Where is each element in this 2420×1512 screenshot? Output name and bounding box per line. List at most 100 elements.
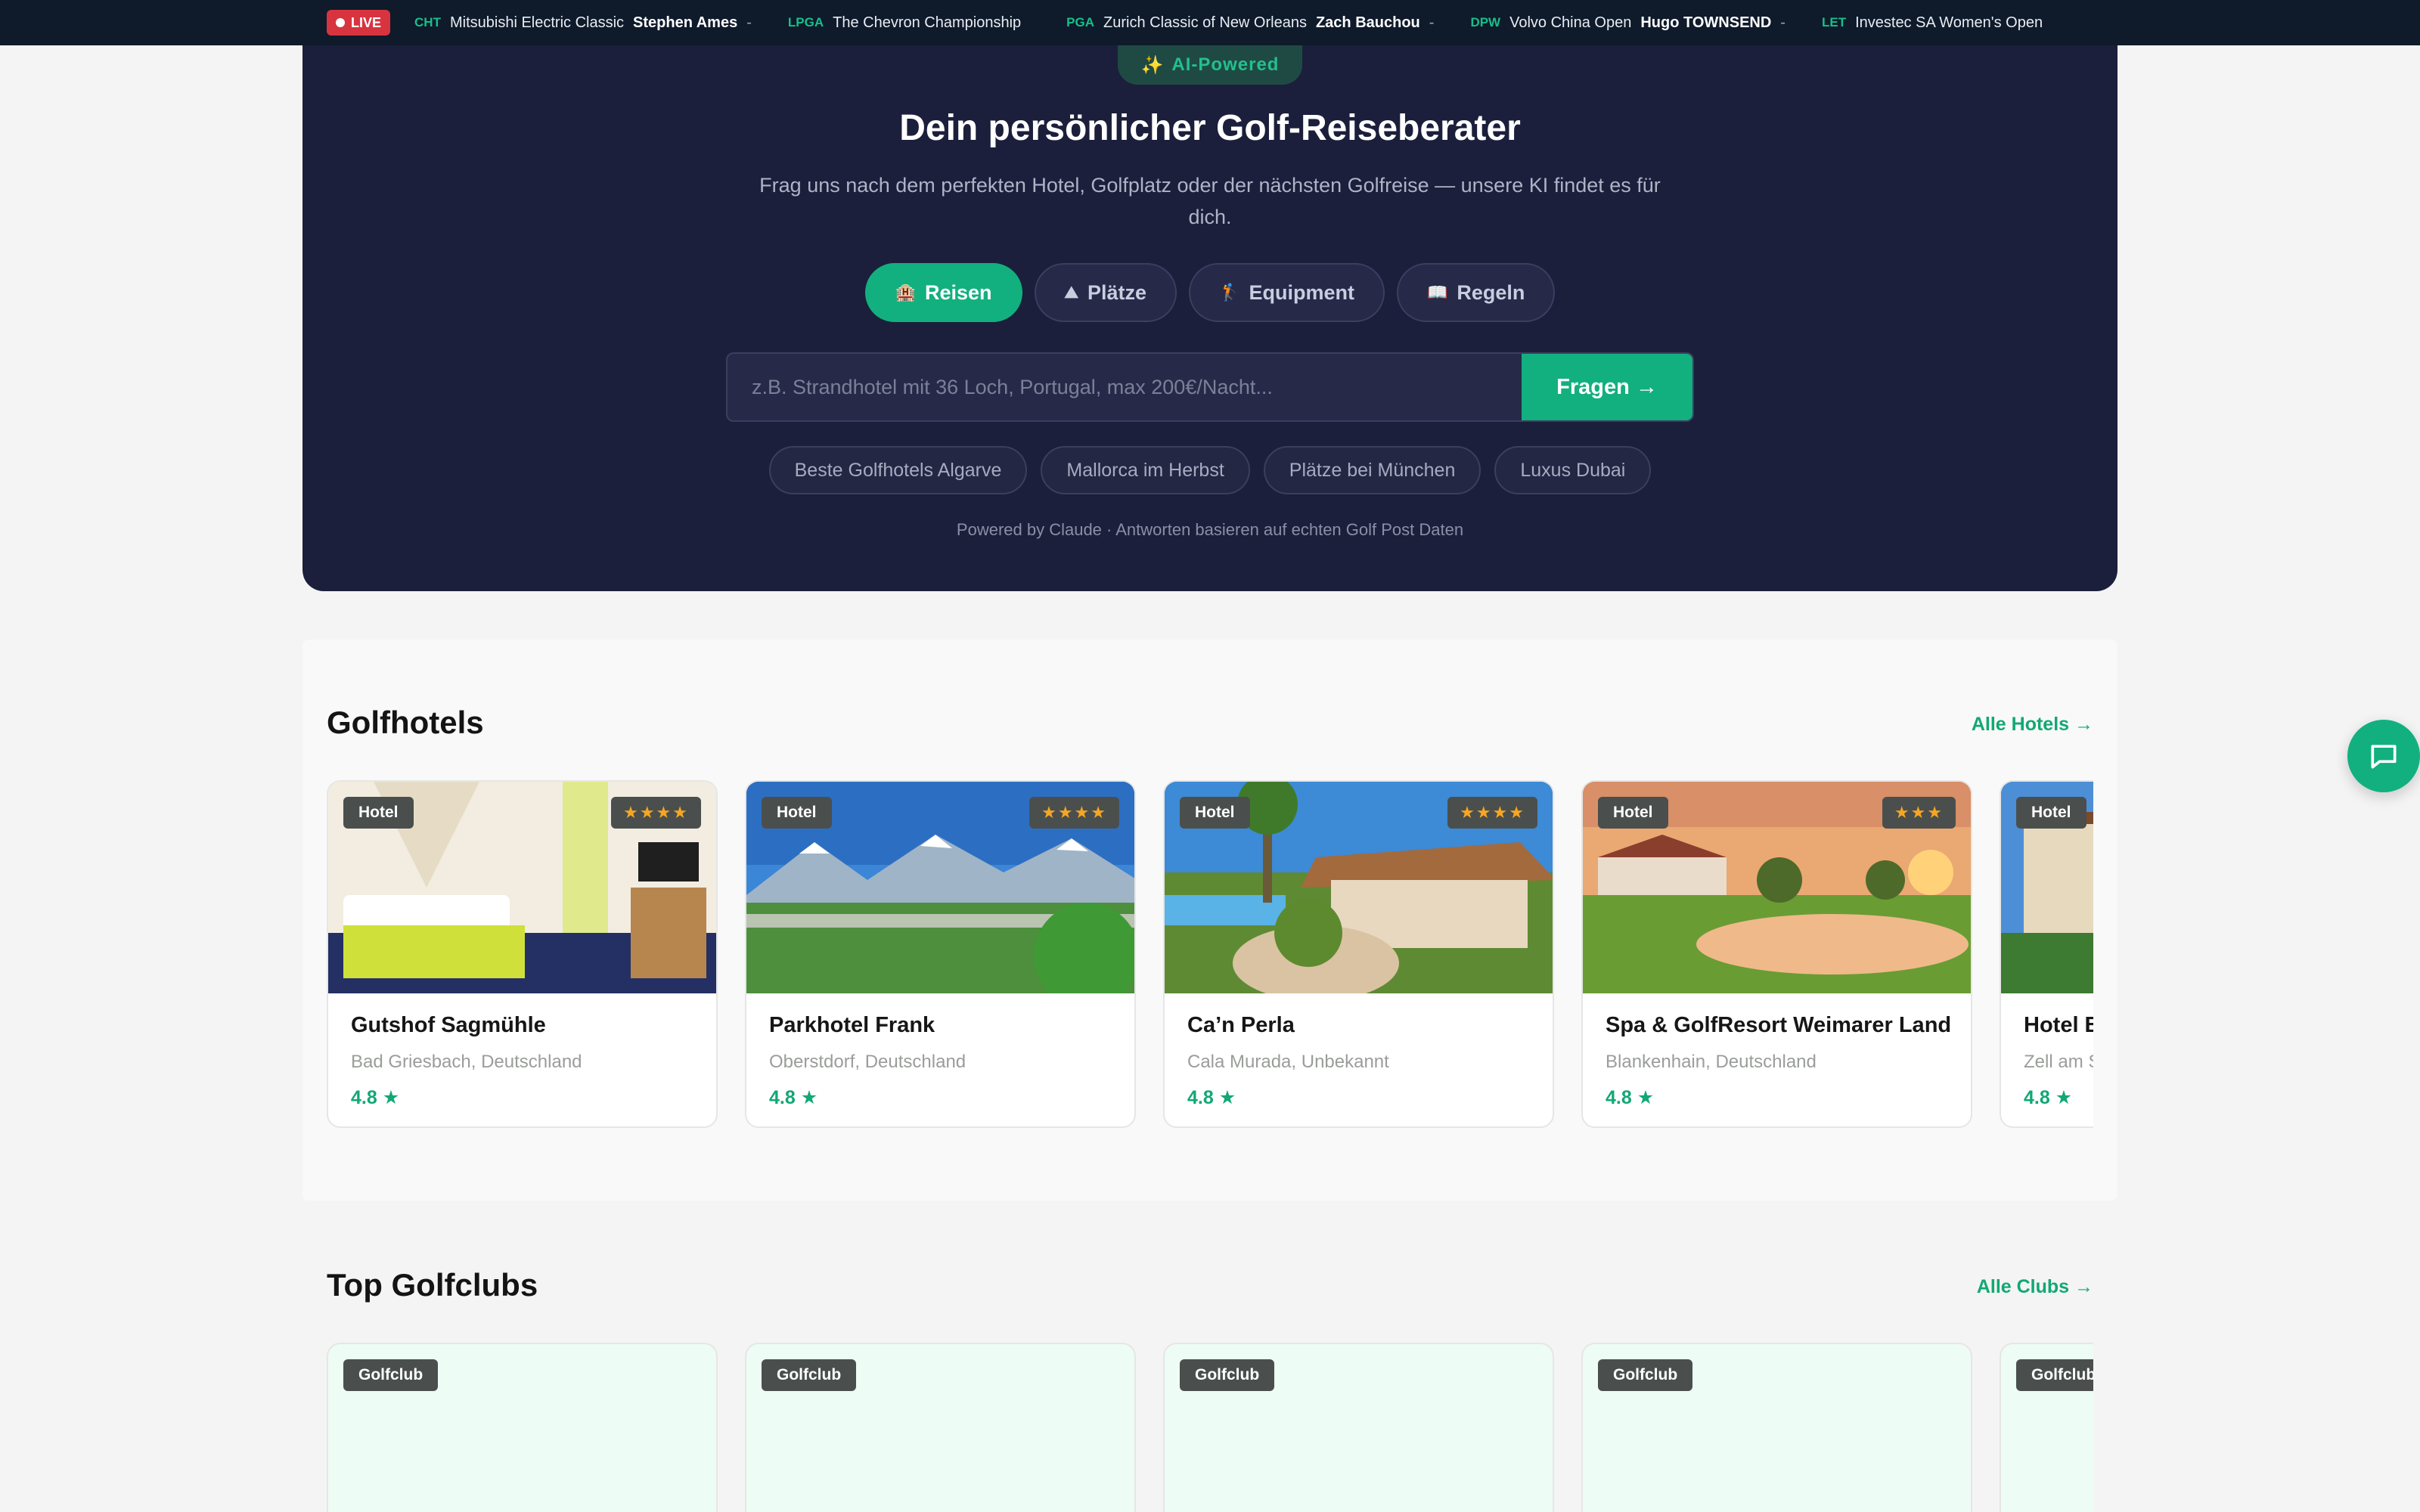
tab-reisen[interactable]: 🏨 Reisen [864, 263, 1022, 322]
tab-label: Regeln [1457, 280, 1525, 304]
suggestion-chip[interactable]: Mallorca im Herbst [1041, 446, 1250, 494]
ticker-event: Investec SA Women's Open [1855, 14, 2043, 31]
chat-icon [2371, 745, 2397, 769]
sparkle-icon: ✨ [1140, 54, 1165, 76]
ticker-tour: DPW [1470, 15, 1501, 29]
section-title: Top Golfclubs [327, 1267, 538, 1303]
hotel-card[interactable]: Hotel ★★★ Spa & GolfResort Weimarer Land… [1581, 780, 1972, 1128]
suggestion-chip[interactable]: Luxus Dubai [1494, 446, 1652, 494]
ticker-player: Stephen Ames [633, 14, 738, 31]
category-badge: Hotel [1598, 797, 1668, 829]
ticker-player: Zach Bauchou [1315, 14, 1420, 31]
suggestion-chip[interactable]: Beste Golfhotels Algarve [768, 446, 1028, 494]
hotel-location: Bad Griesbach, Deutschland [351, 1052, 582, 1072]
club-card[interactable]: Golfclub [745, 1343, 1136, 1512]
ticker-score: - [1780, 14, 1786, 31]
category-badge: Golfclub [343, 1359, 439, 1391]
mountain-icon: ⛰ [1064, 283, 1079, 302]
hotel-name: Gutshof Sagmühle [351, 1013, 546, 1037]
hotel-image: Hotel ★★★★ [1165, 782, 1553, 993]
ticker-tour: PGA [1066, 15, 1094, 29]
ticker-score: - [1429, 14, 1435, 31]
hotel-location: Oberstdorf, Deutschland [769, 1052, 966, 1072]
hotel-card[interactable]: Hotel ★★★★ Parkhotel Frank Oberstdorf, D… [745, 780, 1136, 1128]
search-input[interactable] [728, 354, 1522, 420]
category-badge: Golfclub [1598, 1359, 1693, 1391]
hotel-name: Hotel B [2024, 1013, 2093, 1037]
hotel-name: Ca’n Perla [1187, 1013, 1295, 1037]
category-badge: Hotel [762, 797, 832, 829]
category-badge: Hotel [343, 797, 414, 829]
hotel-rating: 4.8 ★ [351, 1087, 400, 1108]
ai-search-bar: Fragen → [726, 352, 1694, 422]
category-badge: Hotel [2016, 797, 2086, 829]
ticker-tour: CHT [414, 15, 441, 29]
hotel-card[interactable]: Hotel Hotel B Zell am S 4.8 ★ [2000, 780, 2093, 1128]
star-rating-badge: ★★★★ [1447, 797, 1537, 829]
hotel-image: Hotel ★★★ [1583, 782, 1971, 993]
hotel-rating: 4.8 ★ [2024, 1087, 2073, 1108]
star-rating-badge: ★★★★ [611, 797, 701, 829]
hotel-image: Hotel [2001, 782, 2093, 993]
ticker-score: - [746, 14, 752, 31]
ai-powered-badge: ✨ AI-Powered [1118, 45, 1302, 85]
ticker-player: Hugo TOWNSEND [1640, 14, 1772, 31]
hotel-rating: 4.8 ★ [769, 1087, 818, 1108]
hotel-carousel: Hotel ★★★★ Gutshof Sagmühle Bad Griesbac… [327, 780, 2093, 1128]
category-badge: Golfclub [1180, 1359, 1275, 1391]
ticker-event: The Chevron Championship [833, 14, 1022, 31]
ticker-item[interactable]: PGA Zurich Classic of New Orleans Zach B… [1066, 14, 1434, 32]
section-title: Golfhotels [327, 705, 484, 740]
tab-label: Equipment [1249, 280, 1354, 304]
tab-label: Plätze [1087, 280, 1147, 304]
star-rating-badge: ★★★★ [1029, 797, 1119, 829]
powered-by-note: Powered by Claude · Antworten basieren a… [956, 520, 1464, 539]
hotel-card[interactable]: Hotel ★★★★ Ca’n Perla Cala Murada, Unbek… [1163, 780, 1554, 1128]
hotel-card[interactable]: Hotel ★★★★ Gutshof Sagmühle Bad Griesbac… [327, 780, 718, 1128]
suggestion-chip[interactable]: Plätze bei München [1263, 446, 1481, 494]
hotel-location: Blankenhain, Deutschland [1606, 1052, 1817, 1072]
club-card[interactable]: Golfclub [2000, 1343, 2093, 1512]
category-badge: Golfclub [2016, 1359, 2093, 1391]
ticker-item[interactable]: LET Investec SA Women's Open [1822, 14, 2052, 32]
club-carousel: Golfclub Golfclub Golfclub Golfclub Golf… [327, 1343, 2093, 1512]
golfer-icon: 🏌 [1219, 283, 1240, 302]
ticker-tour: LPGA [787, 15, 824, 29]
ticker-event: Mitsubishi Electric Classic [449, 14, 625, 31]
live-ticker: LIVE CHT Mitsubishi Electric Classic Ste… [0, 0, 2420, 45]
hotel-name: Spa & GolfResort Weimarer Land [1606, 1013, 1952, 1037]
tab-plaetze[interactable]: ⛰ Plätze [1034, 263, 1177, 322]
ai-powered-label: AI-Powered [1171, 54, 1280, 75]
ticker-item[interactable]: CHT Mitsubishi Electric Classic Stephen … [414, 14, 752, 32]
hotel-image: Hotel ★★★★ [328, 782, 716, 993]
ticker-item[interactable]: LPGA The Chevron Championship [788, 14, 1030, 32]
club-card[interactable]: Golfclub [327, 1343, 718, 1512]
golfhotels-section: Golfhotels Alle Hotels → Hotel ★★★★ Guts… [302, 640, 2118, 1201]
all-hotels-link[interactable]: Alle Hotels → [1972, 714, 2093, 736]
suggestion-chips: Beste Golfhotels Algarve Mallorca im Her… [302, 446, 2118, 494]
ask-button[interactable]: Fragen → [1522, 354, 1692, 420]
book-icon: 📖 [1426, 283, 1448, 302]
hero-subtitle: Frag uns nach dem perfekten Hotel, Golfp… [759, 174, 1661, 228]
tab-regeln[interactable]: 📖 Regeln [1396, 263, 1556, 322]
hotel-rating: 4.8 ★ [1606, 1087, 1655, 1108]
club-card[interactable]: Golfclub [1163, 1343, 1554, 1512]
category-tabs: 🏨 Reisen ⛰ Plätze 🏌 Equipment 📖 Regeln [302, 263, 2118, 322]
ticker-event: Volvo China Open [1509, 14, 1632, 31]
hotel-image: Hotel ★★★★ [746, 782, 1134, 993]
all-clubs-link[interactable]: Alle Clubs → [1977, 1276, 2093, 1298]
ticker-item[interactable]: DPW Volvo China Open Hugo TOWNSEND - [1470, 14, 1786, 32]
hotel-rating: 4.8 ★ [1187, 1087, 1236, 1108]
hotel-icon: 🏨 [895, 283, 916, 302]
club-card[interactable]: Golfclub [1581, 1343, 1972, 1512]
live-label: LIVE [351, 14, 382, 30]
ticker-event: Zurich Classic of New Orleans [1103, 14, 1307, 31]
chat-button[interactable] [2347, 720, 2420, 792]
category-badge: Golfclub [762, 1359, 857, 1391]
tab-label: Reisen [924, 280, 992, 304]
hotel-location: Zell am S [2024, 1052, 2093, 1072]
tab-equipment[interactable]: 🏌 Equipment [1189, 263, 1385, 322]
live-badge: LIVE [327, 10, 391, 36]
live-dot-icon [336, 18, 345, 27]
star-rating-badge: ★★★ [1882, 797, 1956, 829]
